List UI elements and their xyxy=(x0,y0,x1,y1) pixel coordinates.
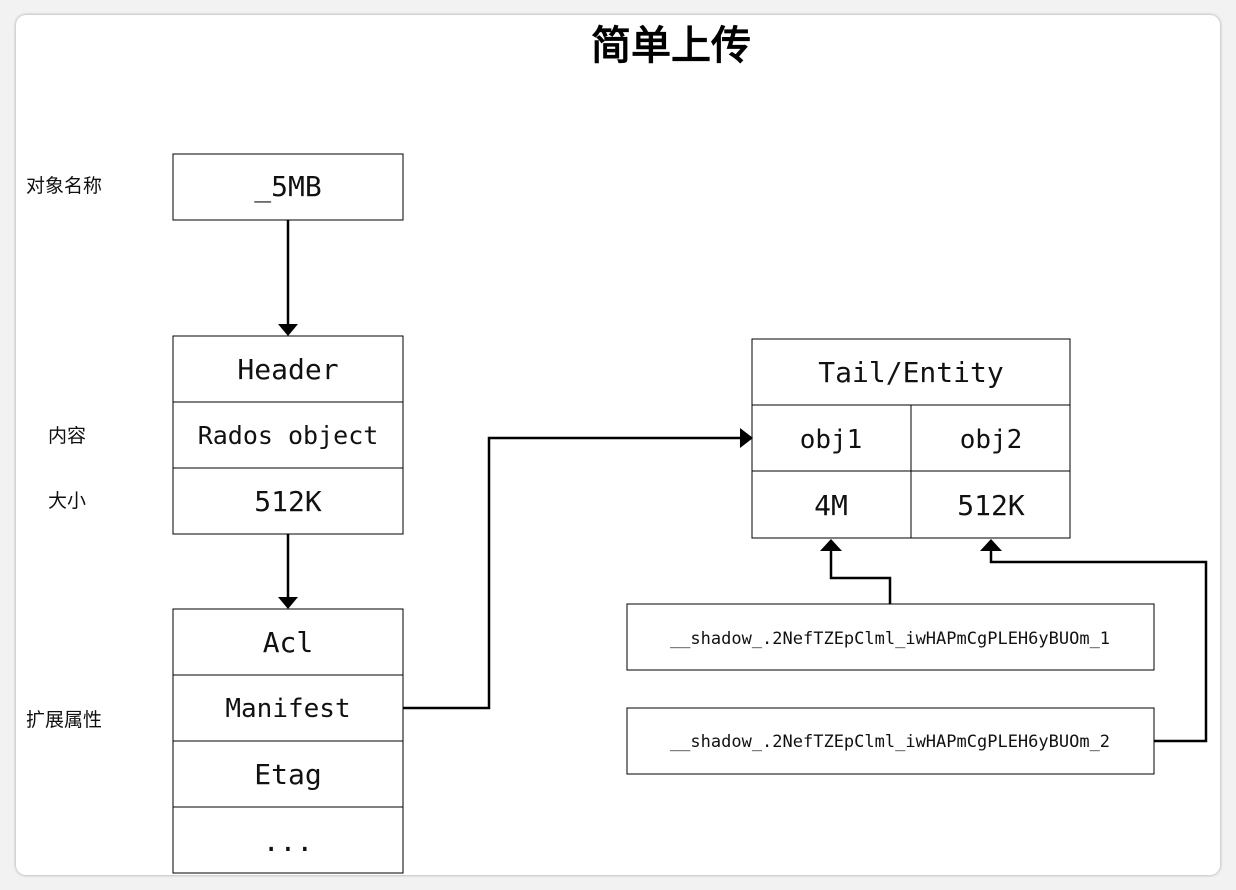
label-size: 大小 xyxy=(48,490,86,512)
shadow-object-2-label: __shadow_.2NefTZEpClml_iwHAPmCgPLEH6yBUO… xyxy=(670,732,1110,752)
diagram-canvas: 简单上传 对象名称 内容 大小 扩展属性 _5MB Header Rados o… xyxy=(16,15,1220,875)
label-object-name: 对象名称 xyxy=(26,175,102,197)
header-box: Header Rados object 512K xyxy=(172,335,404,535)
arrowhead-down xyxy=(278,597,298,609)
xattr-acl: Acl xyxy=(263,626,314,659)
xattr-box: Acl Manifest Etag ... xyxy=(172,608,404,874)
xattr-ellipsis: ... xyxy=(263,825,314,858)
shadow-object-1-label: __shadow_.2NefTZEpClml_iwHAPmCgPLEH6yBUO… xyxy=(670,629,1110,649)
connector-name-to-header xyxy=(278,220,298,336)
arrowhead-up xyxy=(820,539,842,551)
upload-diagram: 简单上传 对象名称 内容 大小 扩展属性 _5MB Header Rados o… xyxy=(26,22,1208,874)
header-cell: Header xyxy=(237,353,338,386)
tail-entity-title: Tail/Entity xyxy=(818,356,1003,389)
object-name-value: _5MB xyxy=(254,170,321,204)
xattr-etag: Etag xyxy=(254,758,321,791)
obj2-size: 512K xyxy=(957,489,1025,522)
diagram-title: 简单上传 xyxy=(591,22,751,69)
obj1-name: obj1 xyxy=(800,425,863,455)
label-content: 内容 xyxy=(48,425,86,447)
obj1-size: 4M xyxy=(814,489,848,522)
xattr-manifest: Manifest xyxy=(225,694,350,724)
connector-header-to-xattr xyxy=(278,534,298,609)
object-name-box: _5MB xyxy=(172,153,404,221)
arrowhead-right xyxy=(740,428,753,448)
content-cell: Rados object xyxy=(198,421,379,450)
obj2-name: obj2 xyxy=(960,425,1023,455)
size-cell: 512K xyxy=(254,485,322,518)
tail-entity-box: Tail/Entity obj1 obj2 4M 512K xyxy=(751,338,1071,539)
label-extended-attributes: 扩展属性 xyxy=(26,709,102,731)
connector-shadow1-to-obj1 xyxy=(820,539,892,604)
shadow-object-2: __shadow_.2NefTZEpClml_iwHAPmCgPLEH6yBUO… xyxy=(626,707,1155,775)
arrowhead-down xyxy=(278,324,298,336)
arrowhead-up xyxy=(980,539,1002,551)
shadow-object-1: __shadow_.2NefTZEpClml_iwHAPmCgPLEH6yBUO… xyxy=(626,603,1155,671)
